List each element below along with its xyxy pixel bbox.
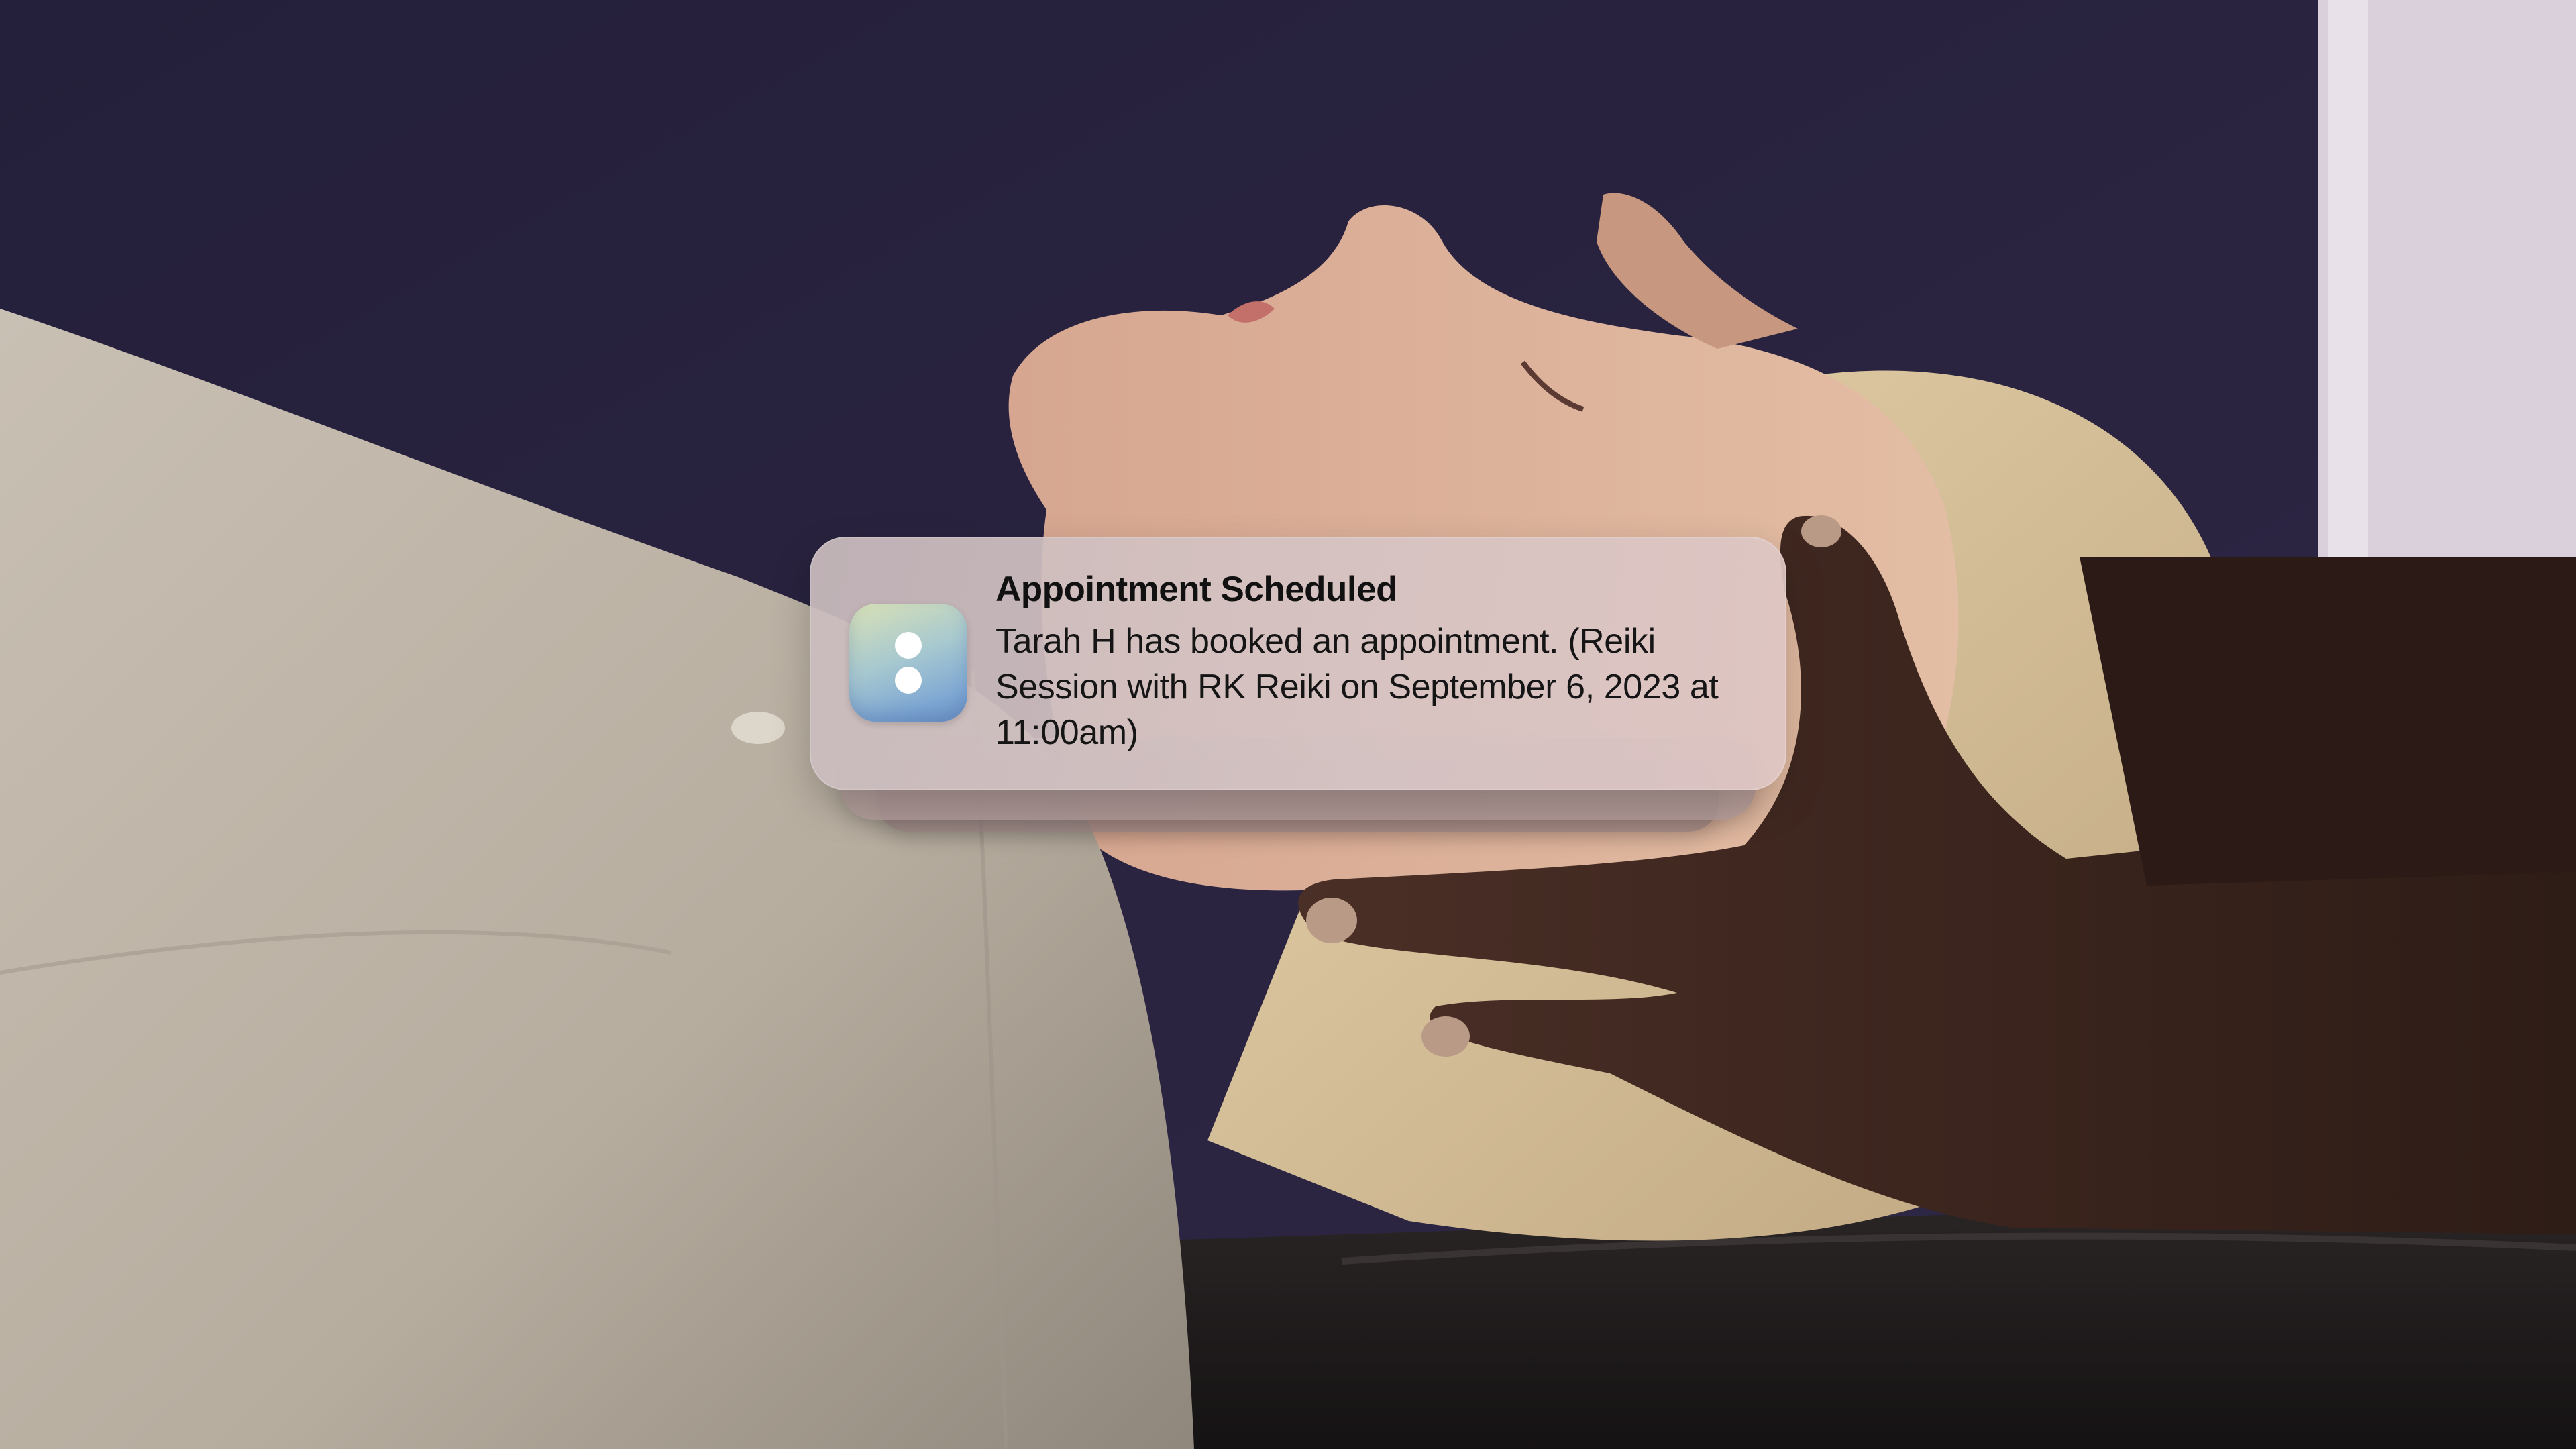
notification-body: Tarah H has booked an appointment. (Reik…: [996, 622, 1719, 752]
icon-dot-top: [895, 632, 922, 659]
notification-card[interactable]: Appointment Scheduled Tarah H has booked…: [810, 537, 1786, 790]
app-logo-two-dots-icon: [849, 604, 967, 722]
notification-title: Appointment Scheduled: [996, 570, 1398, 609]
notification-stack[interactable]: Appointment Scheduled Tarah H has booked…: [810, 537, 1786, 845]
icon-dot-bottom: [895, 667, 922, 694]
